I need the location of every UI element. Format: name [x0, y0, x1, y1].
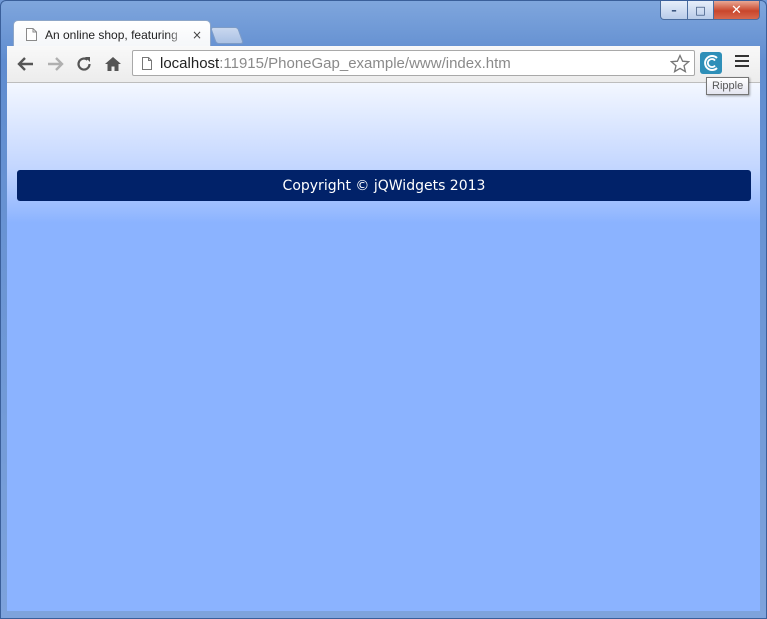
maximize-button[interactable]: □ — [688, 1, 714, 20]
minimize-button[interactable]: – — [660, 1, 688, 20]
ripple-extension-icon[interactable] — [700, 52, 722, 74]
url-path: :11915/PhoneGap_example/www/index.htm — [219, 54, 511, 72]
page-icon — [142, 56, 152, 70]
home-icon[interactable] — [102, 53, 124, 75]
close-window-button[interactable]: ✕ — [714, 1, 760, 20]
tab-active[interactable]: An online shop, featuring × — [13, 20, 211, 48]
address-bar[interactable]: localhost:11915/PhoneGap_example/www/ind… — [132, 50, 695, 76]
tab-close-button[interactable]: × — [192, 28, 202, 42]
page-icon — [26, 28, 37, 41]
url-text[interactable]: localhost:11915/PhoneGap_example/www/ind… — [160, 55, 511, 72]
back-icon[interactable] — [15, 53, 37, 75]
copyright-text: Copyright © jQWidgets 2013 — [282, 177, 486, 194]
page-footer: Copyright © jQWidgets 2013 — [17, 170, 751, 201]
browser-toolbar: localhost:11915/PhoneGap_example/www/ind… — [7, 46, 760, 83]
menu-icon[interactable] — [735, 55, 749, 70]
browser-window: – □ ✕ An online shop, featuring × localh… — [0, 0, 767, 619]
tab-title: An online shop, featuring — [45, 27, 178, 42]
new-tab-button[interactable] — [209, 27, 245, 44]
forward-icon[interactable] — [44, 53, 66, 75]
page-viewport: Copyright © jQWidgets 2013 — [7, 83, 760, 611]
url-host: localhost — [160, 54, 220, 72]
extension-tooltip: Ripple — [706, 77, 750, 95]
star-icon[interactable] — [670, 54, 690, 74]
reload-icon[interactable] — [73, 53, 95, 75]
window-controls: – □ ✕ — [660, 1, 760, 21]
